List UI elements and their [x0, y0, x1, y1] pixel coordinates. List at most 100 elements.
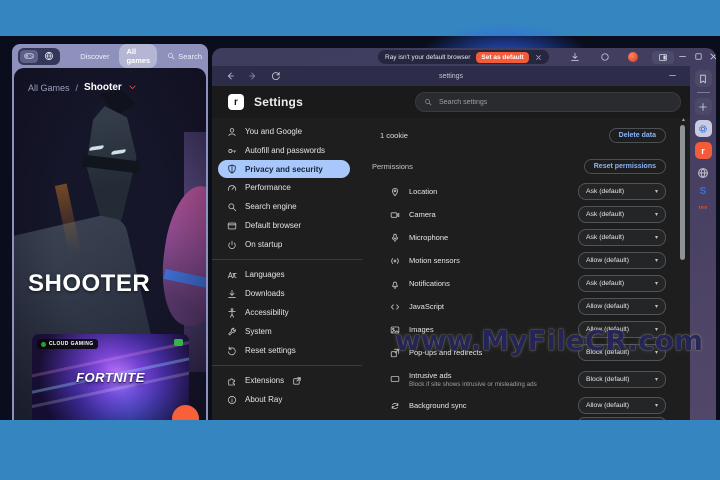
- bookmarks-button[interactable]: [694, 70, 712, 87]
- set-as-default-button[interactable]: Set as default: [476, 51, 529, 63]
- sidebar-item-extensions[interactable]: Extensions: [212, 371, 362, 390]
- settings-search[interactable]: [415, 92, 681, 112]
- sidebar-toggle-icon: [658, 53, 668, 62]
- new-tab-button[interactable]: [694, 98, 712, 115]
- permission-select-background-sync[interactable]: Allow (default) ▾: [578, 397, 666, 414]
- sidebar-item-performance[interactable]: Performance: [212, 178, 362, 197]
- games-view-button[interactable]: [20, 49, 38, 63]
- search-icon: [167, 52, 175, 60]
- game-card-title: FORTNITE: [76, 370, 145, 385]
- tab-ray[interactable]: r: [694, 142, 712, 159]
- category-title: SHOOTER: [28, 270, 151, 297]
- tab-web[interactable]: [695, 164, 712, 181]
- ring-icon[interactable]: [600, 52, 610, 62]
- emote-icon: [174, 339, 183, 346]
- sidebar-item-label: Search engine: [245, 202, 297, 211]
- key-icon: [227, 146, 237, 156]
- translate-icon: [227, 270, 237, 280]
- sidebar-item-system[interactable]: System: [212, 322, 362, 341]
- permission-row-pop-ups-and-redirects: Pop-ups and redirects Block (default) ▾: [362, 341, 666, 364]
- sidebar-item-label: On startup: [245, 240, 283, 249]
- permission-label: Microphone: [409, 233, 449, 242]
- permission-select-pop-ups-and-redirects[interactable]: Block (default) ▾: [578, 344, 666, 361]
- permission-select-location[interactable]: Ask (default) ▾: [578, 183, 666, 200]
- dismiss-toast-icon[interactable]: [535, 54, 542, 61]
- select-value: Ask (default): [586, 188, 625, 195]
- chevron-down-icon: ▾: [654, 403, 658, 409]
- permission-select-images[interactable]: Allow (default) ▾: [578, 321, 666, 338]
- chevron-down-icon: ▾: [654, 304, 658, 310]
- close-window-icon[interactable]: [709, 52, 716, 61]
- sidebar-item-label: Languages: [245, 270, 285, 279]
- settings-nav: You and Google Autofill and passwords Priv…: [212, 122, 362, 409]
- permission-select-javascript[interactable]: Allow (default) ▾: [578, 298, 666, 315]
- breadcrumb-current[interactable]: Shooter: [84, 82, 122, 93]
- sidebar-item-search-engine[interactable]: Search engine: [212, 197, 362, 216]
- permission-select-microphone[interactable]: Ask (default) ▾: [578, 229, 666, 246]
- sidebar-item-downloads[interactable]: Downloads: [212, 284, 362, 303]
- sidebar-item-privacy-and-security[interactable]: Privacy and security: [218, 160, 350, 178]
- accessibility-icon: [227, 307, 237, 318]
- chevron-down-icon: ▾: [654, 258, 658, 264]
- image-icon: [390, 325, 400, 335]
- all-games-tab[interactable]: All games: [119, 44, 158, 68]
- tab-title: settings: [438, 72, 464, 80]
- code-icon: [390, 302, 400, 312]
- browser-titlebar: Ray isn't your default browser Set as de…: [212, 48, 716, 66]
- wrench-icon: [227, 327, 237, 337]
- permission-select-notifications[interactable]: Ask (default) ▾: [578, 275, 666, 292]
- external-link-icon: [292, 376, 302, 386]
- sidebar-item-accessibility[interactable]: Accessibility: [212, 303, 362, 322]
- chevron-down-icon[interactable]: [128, 83, 137, 92]
- select-value: Ask (default): [586, 234, 625, 241]
- tab-s[interactable]: S: [700, 186, 707, 200]
- sidebar-toggle-button[interactable]: [652, 51, 674, 64]
- permission-sublabel: Block if site shows intrusive or mislead…: [409, 380, 537, 388]
- sidebar-item-label: Downloads: [245, 289, 285, 298]
- minimize-window-icon[interactable]: [678, 52, 687, 61]
- breadcrumb-all-games[interactable]: All Games: [28, 83, 70, 93]
- fortnite-game-card[interactable]: CLOUD GAMING FORTNITE: [32, 334, 189, 420]
- window-icon: [227, 221, 237, 231]
- scrollbar-thumb[interactable]: [680, 125, 685, 260]
- chevron-down-icon: ▾: [654, 327, 658, 333]
- sidebar-item-you-and-google[interactable]: You and Google: [212, 122, 362, 141]
- tab-rev[interactable]: rev: [699, 205, 708, 211]
- scrollbar-up-arrow[interactable]: ▲: [681, 117, 686, 123]
- select-value: Ask (default): [586, 280, 625, 287]
- permission-select-motion-sensors[interactable]: Allow (default) ▾: [578, 252, 666, 269]
- delete-data-button[interactable]: Delete data: [608, 127, 666, 143]
- default-browser-toast: Ray isn't your default browser Set as de…: [378, 50, 549, 64]
- permission-label: Camera: [409, 210, 436, 219]
- maximize-window-icon[interactable]: [694, 52, 703, 61]
- permission-select-camera[interactable]: Ask (default) ▾: [578, 206, 666, 223]
- tab-settings[interactable]: [694, 120, 712, 137]
- globe-icon: [44, 51, 54, 61]
- cookie-count: 1 cookie: [380, 130, 408, 140]
- sidebar-item-languages[interactable]: Languages: [212, 265, 362, 284]
- permission-label: Location: [409, 187, 438, 196]
- reset-permissions-button[interactable]: Reset permissions: [583, 158, 666, 174]
- bell-icon: [390, 279, 400, 289]
- web-view-button[interactable]: [40, 50, 58, 63]
- sidebar-item-reset-settings[interactable]: Reset settings: [212, 341, 362, 360]
- sidebar-item-default-browser[interactable]: Default browser: [212, 216, 362, 235]
- camera-icon: [390, 210, 400, 220]
- collapse-bar-icon[interactable]: [668, 71, 677, 80]
- settings-search-input[interactable]: [437, 97, 672, 107]
- downloads-icon[interactable]: [570, 52, 580, 62]
- game-launcher-window: Discover All games Search All Games / Sh…: [12, 44, 208, 420]
- search-icon: [227, 202, 237, 212]
- permission-row-notifications: Notifications Ask (default) ▾: [362, 272, 666, 295]
- sidebar-item-autofill-and-passwords[interactable]: Autofill and passwords: [212, 141, 362, 160]
- motion-icon: [390, 256, 400, 266]
- profile-avatar[interactable]: [628, 52, 638, 62]
- sidebar-item-label: Reset settings: [245, 346, 296, 355]
- permission-select-intrusive-ads[interactable]: Block (default) ▾: [578, 370, 666, 388]
- sidebar-item-on-startup[interactable]: On startup: [212, 235, 362, 254]
- sidebar-item-about-ray[interactable]: About Ray: [212, 390, 362, 409]
- discover-link[interactable]: Discover: [80, 52, 109, 61]
- chevron-down-icon: ▾: [654, 281, 658, 287]
- game-search-button[interactable]: Search: [167, 52, 202, 61]
- settings-page: r Settings You and Google Autofill and pa…: [212, 86, 690, 420]
